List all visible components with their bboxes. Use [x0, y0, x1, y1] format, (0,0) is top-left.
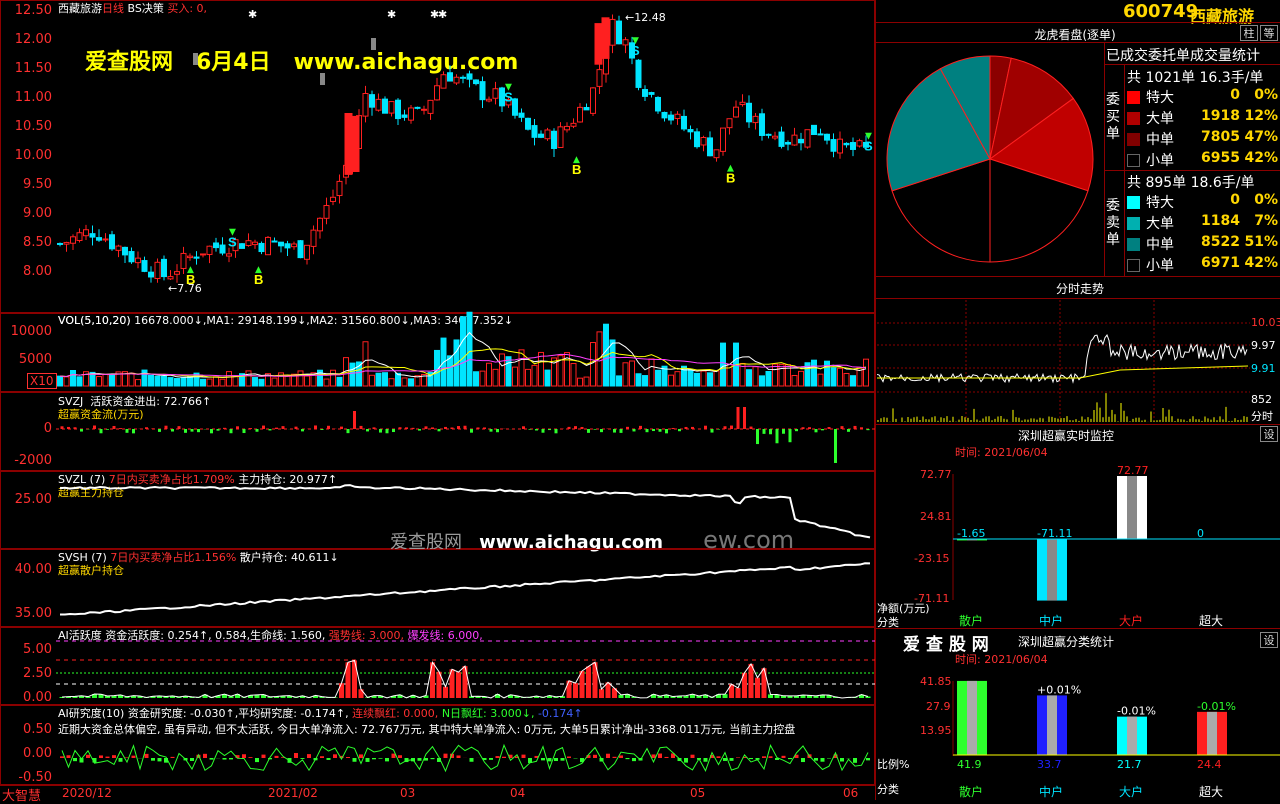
classify-change: -0.01% — [1117, 705, 1156, 718]
classify-bar-shade — [1047, 695, 1057, 755]
classify-value: 24.4 — [1197, 758, 1222, 771]
classify-category: 超大 — [1199, 784, 1223, 799]
classify-category: 中户 — [1039, 784, 1063, 799]
classify-value: 33.7 — [1037, 758, 1062, 771]
classify-value: 41.9 — [957, 758, 982, 771]
classify-value: 21.7 — [1117, 758, 1142, 771]
classify-change: +0.01% — [1037, 683, 1081, 696]
classify-category: 大户 — [1119, 784, 1143, 799]
classify-change: -0.01% — [1197, 700, 1236, 713]
classify-bar-shade — [1207, 712, 1217, 755]
classify-bar-shade — [1127, 717, 1137, 755]
classify-category: 散户 — [959, 784, 983, 799]
classify-bar-chart: 41.9 散户 +0.01% 33.7 中户 -0.01% 21.7 大户 -0.01% 24.4… — [0, 0, 1280, 800]
classify-bar-shade — [967, 681, 977, 755]
